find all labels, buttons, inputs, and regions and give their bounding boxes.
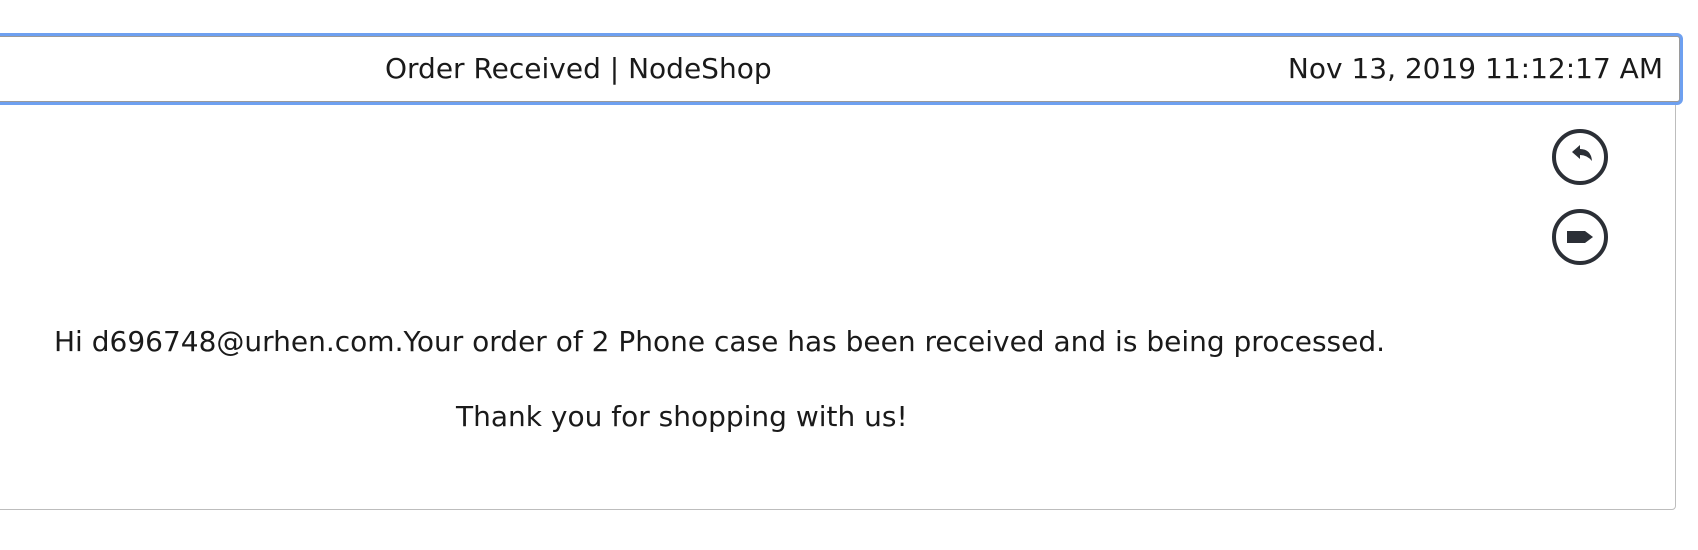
email-card bbox=[0, 37, 1676, 510]
label-icon bbox=[1552, 209, 1608, 265]
reply-icon bbox=[1552, 129, 1608, 185]
email-subject: Order Received | NodeShop bbox=[385, 52, 772, 85]
label-button[interactable] bbox=[1551, 208, 1609, 266]
reply-button[interactable] bbox=[1551, 128, 1609, 186]
email-body-thanks: Thank you for shopping with us! bbox=[456, 400, 908, 433]
email-timestamp: Nov 13, 2019 11:12:17 AM bbox=[1287, 52, 1663, 85]
email-body-message: Hi d696748@urhen.com.Your order of 2 Pho… bbox=[54, 325, 1386, 358]
email-header[interactable]: Order Received | NodeShop Nov 13, 2019 1… bbox=[0, 36, 1680, 102]
